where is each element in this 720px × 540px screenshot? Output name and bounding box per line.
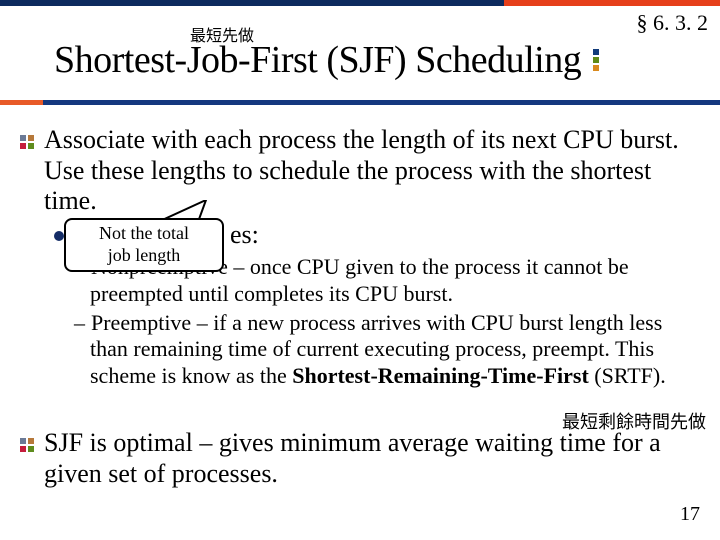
callout-line2: job length [108, 245, 181, 265]
bullet-2b: –Preemptive – if a new process arrives w… [74, 310, 704, 390]
sub-bullets: –Nonpreemptive – once CPU given to the p… [20, 252, 704, 390]
dash-icon: – [74, 310, 91, 335]
title-decoration-icon [593, 49, 599, 71]
bullet-2b-post: (SRTF). [589, 363, 666, 388]
bullet-1: Associate with each process the length o… [20, 125, 704, 217]
bullet-2-tail: es: [230, 220, 259, 250]
bullet-2-dot-icon [54, 231, 64, 241]
bullet-2b-bold: Shortest-Remaining-Time-First [292, 363, 589, 388]
slide: § 6. 3. 2 最短先做 Shortest-Job-First (SJF) … [0, 0, 720, 540]
bullet-1-text: Associate with each process the length o… [44, 125, 704, 217]
callout-line1: Not the total [99, 223, 189, 243]
content-area: Associate with each process the length o… [20, 115, 704, 217]
bullet-icon [20, 438, 34, 452]
top-border [0, 0, 720, 6]
title-row: Shortest-Job-First (SJF) Scheduling [54, 38, 708, 82]
page-number: 17 [680, 503, 700, 526]
page-title: Shortest-Job-First (SJF) Scheduling [54, 38, 581, 82]
bullet-icon [20, 135, 34, 149]
bullet-3-wrap: SJF is optimal – gives minimum average w… [20, 428, 704, 489]
bullet-3: SJF is optimal – gives minimum average w… [20, 428, 704, 489]
bullet-3-text: SJF is optimal – gives minimum average w… [44, 428, 704, 489]
section-reference: § 6. 3. 2 [637, 10, 709, 36]
divider [0, 100, 720, 105]
callout-box: Not the total job length [64, 218, 224, 272]
